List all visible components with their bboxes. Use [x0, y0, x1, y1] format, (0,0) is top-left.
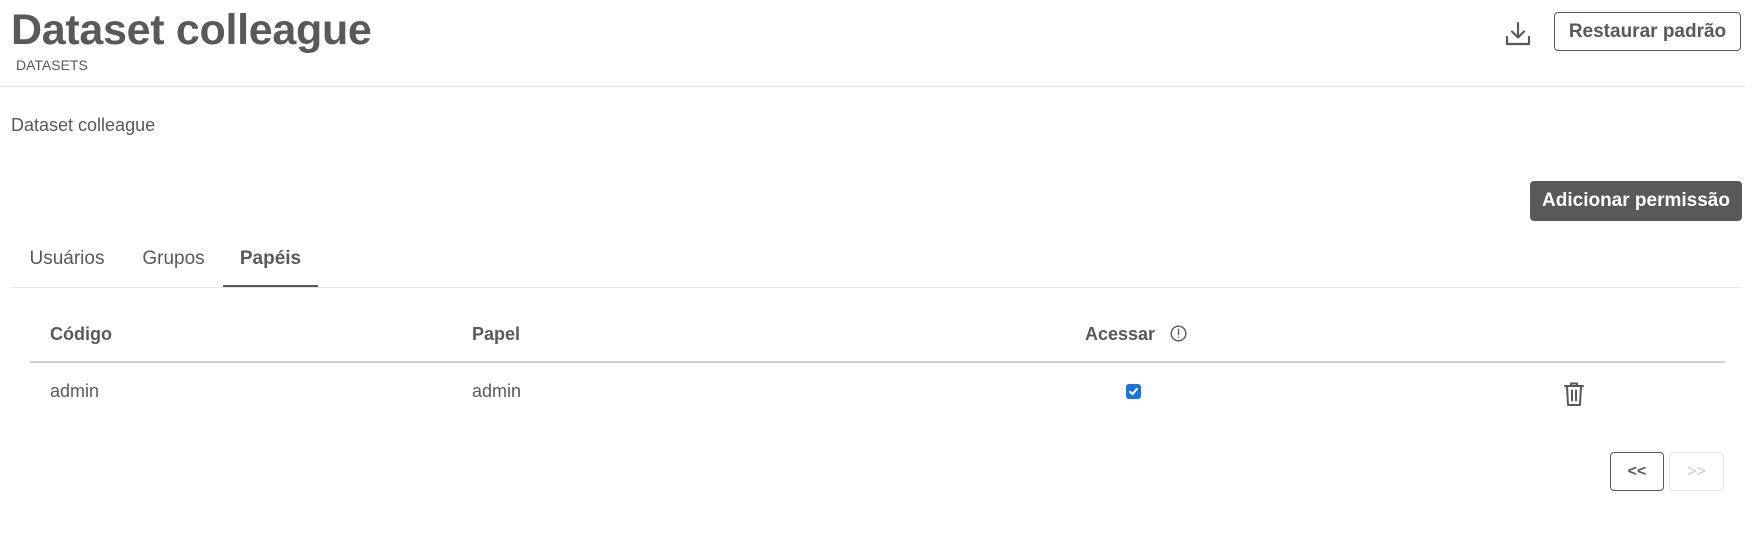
access-checkbox[interactable]: [1126, 384, 1141, 399]
page: Dataset colleague DATASETS Restaurar pad…: [0, 0, 1756, 541]
column-header-code: Código: [50, 324, 112, 344]
download-icon: [1505, 21, 1531, 46]
column-header-access: Acessar: [1085, 312, 1187, 356]
page-title: Dataset colleague: [11, 6, 372, 54]
delete-permission-button[interactable]: [1563, 381, 1585, 412]
page-subtitle: DATASETS: [16, 57, 88, 73]
cell-role: admin: [472, 381, 522, 401]
pagination-next-button[interactable]: >>: [1669, 452, 1724, 491]
add-permission-button[interactable]: Adicionar permissão: [1530, 181, 1742, 221]
permission-tabs: Usuários Grupos Papéis: [11, 236, 1741, 288]
check-icon: [1129, 387, 1138, 396]
tab-users[interactable]: Usuários: [29, 236, 105, 287]
column-header-role: Papel: [472, 324, 521, 344]
cell-code: admin: [50, 381, 100, 401]
page-header: Dataset colleague DATASETS Restaurar pad…: [0, 0, 1746, 87]
pagination-previous-button[interactable]: <<: [1610, 452, 1664, 491]
tab-roles[interactable]: Papéis: [223, 236, 318, 287]
table-row: admin admin: [30, 363, 1725, 423]
table-header: Código Papel Acessar: [30, 312, 1725, 363]
dataset-description: Dataset colleague: [11, 115, 156, 135]
trash-icon: [1564, 382, 1584, 406]
info-icon[interactable]: [1170, 325, 1187, 342]
restore-default-button[interactable]: Restaurar padrão: [1554, 12, 1741, 51]
download-button[interactable]: [1500, 16, 1536, 52]
column-header-access-label: Acessar: [1085, 324, 1156, 344]
tab-groups[interactable]: Grupos: [141, 236, 206, 287]
permissions-table: Código Papel Acessar admin admin: [30, 312, 1725, 423]
